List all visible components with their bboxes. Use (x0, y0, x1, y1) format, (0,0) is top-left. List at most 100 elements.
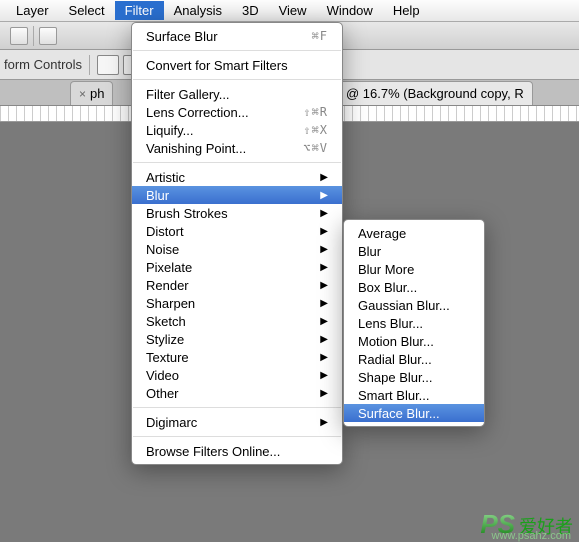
submenu-item-blur[interactable]: Blur (344, 242, 484, 260)
submenu-item-surface-blur[interactable]: Surface Blur... (344, 404, 484, 422)
menu-item-other[interactable]: Other ▶ (132, 384, 342, 402)
submenu-item-label: Shape Blur... (358, 370, 470, 385)
submenu-item-label: Motion Blur... (358, 334, 470, 349)
submenu-arrow-icon: ▶ (320, 208, 328, 219)
submenu-item-motion-blur[interactable]: Motion Blur... (344, 332, 484, 350)
submenu-item-shape-blur[interactable]: Shape Blur... (344, 368, 484, 386)
menu-filter[interactable]: Filter (115, 1, 164, 20)
submenu-arrow-icon: ▶ (320, 388, 328, 399)
menu-item-label: Distort (146, 224, 296, 239)
menu-item-label: Noise (146, 242, 296, 257)
submenu-item-lens-blur[interactable]: Lens Blur... (344, 314, 484, 332)
watermark-url: www.psahz.com (492, 530, 571, 542)
submenu-item-gaussian-blur[interactable]: Gaussian Blur... (344, 296, 484, 314)
menu-item-stylize[interactable]: Stylize ▶ (132, 330, 342, 348)
menu-separator (133, 79, 341, 80)
toolbar-button[interactable] (10, 27, 28, 45)
menu-item-texture[interactable]: Texture▶ (132, 348, 342, 366)
submenu-arrow-icon: ▶ (320, 280, 328, 291)
menu-analysis[interactable]: Analysis (164, 1, 232, 20)
submenu-item-label: Surface Blur... (358, 406, 470, 421)
menu-item-label: Render (146, 278, 296, 293)
menu-item-brush-strokes[interactable]: Brush Strokes ▶ (132, 204, 342, 222)
menu-item-convert-for-smart-filters[interactable]: Convert for Smart Filters (132, 56, 342, 74)
toolbar-button[interactable] (39, 27, 57, 45)
menu-item-lens-correction[interactable]: Lens Correction...⇧⌘R (132, 103, 342, 121)
menu-item-label: Liquify... (146, 123, 273, 138)
submenu-arrow-icon: ▶ (320, 316, 328, 327)
submenu-arrow-icon: ▶ (320, 190, 328, 201)
menu-item-label: Convert for Smart Filters (146, 58, 328, 73)
menu-item-label: Browse Filters Online... (146, 444, 328, 459)
watermark: PS 爱好者 www.psahz.com (480, 509, 573, 540)
toolbar-separator (33, 26, 34, 46)
submenu-arrow-icon: ▶ (320, 370, 328, 381)
submenu-arrow-icon: ▶ (320, 244, 328, 255)
menu-separator (133, 50, 341, 51)
blur-submenu: Average Blur Blur More Box Blur... Gaussian … (343, 219, 485, 427)
menu-item-video[interactable]: Video▶ (132, 366, 342, 384)
submenu-item-average[interactable]: Average (344, 224, 484, 242)
menu-view[interactable]: View (269, 1, 317, 20)
menu-item-label: Texture (146, 350, 296, 365)
submenu-arrow-icon: ▶ (320, 298, 328, 309)
menu-item-browse-filters-online[interactable]: Browse Filters Online... (132, 442, 342, 460)
menu-item-label: Sketch (146, 314, 296, 329)
submenu-item-label: Box Blur... (358, 280, 470, 295)
menu-item-sharpen[interactable]: Sharpen ▶ (132, 294, 342, 312)
menu-item-sketch[interactable]: Sketch ▶ (132, 312, 342, 330)
menu-item-render[interactable]: Render ▶ (132, 276, 342, 294)
submenu-item-label: Blur (358, 244, 470, 259)
menu-item-blur[interactable]: Blur ▶ (132, 186, 342, 204)
menu-item-label: Blur (146, 188, 296, 203)
menu-item-distort[interactable]: Distort▶ (132, 222, 342, 240)
submenu-item-blur-more[interactable]: Blur More (344, 260, 484, 278)
close-icon[interactable]: × (79, 87, 86, 101)
menu-item-label: Stylize (146, 332, 296, 347)
document-tab[interactable]: × ph (70, 81, 113, 105)
menu-3d[interactable]: 3D (232, 1, 269, 20)
menu-layer[interactable]: Layer (6, 1, 59, 20)
submenu-item-label: Radial Blur... (358, 352, 470, 367)
menu-item-label: Filter Gallery... (146, 87, 328, 102)
submenu-arrow-icon: ▶ (320, 262, 328, 273)
menu-separator (133, 407, 341, 408)
filter-dropdown: Surface Blur⌘F Convert for Smart Filters F… (131, 22, 343, 465)
submenu-item-radial-blur[interactable]: Radial Blur... (344, 350, 484, 368)
menu-help[interactable]: Help (383, 1, 430, 20)
menu-separator (133, 436, 341, 437)
menu-shortcut: ⌥⌘V (303, 141, 328, 155)
menu-item-label: Other (146, 386, 296, 401)
menu-separator (133, 162, 341, 163)
menu-item-label: Vanishing Point... (146, 141, 273, 156)
submenu-item-label: Smart Blur... (358, 388, 470, 403)
menu-item-vanishing-point[interactable]: Vanishing Point... ⌥⌘V (132, 139, 342, 157)
submenu-arrow-icon: ▶ (320, 417, 328, 428)
menu-shortcut: ⇧⌘R (303, 105, 328, 119)
submenu-arrow-icon: ▶ (320, 334, 328, 345)
submenu-arrow-icon: ▶ (320, 172, 328, 183)
menu-item-noise[interactable]: Noise ▶ (132, 240, 342, 258)
menu-item-label: Sharpen (146, 296, 296, 311)
menu-shortcut: ⌘F (312, 29, 328, 43)
submenu-item-label: Blur More (358, 262, 470, 277)
menu-item-pixelate[interactable]: Pixelate ▶ (132, 258, 342, 276)
tab-label-prefix: ph (90, 86, 104, 101)
menu-item-label: Brush Strokes (146, 206, 296, 221)
options-separator (89, 55, 90, 75)
menu-item-label: Artistic (146, 170, 296, 185)
menu-select[interactable]: Select (59, 1, 115, 20)
submenu-item-box-blur[interactable]: Box Blur... (344, 278, 484, 296)
menu-item-filter-gallery[interactable]: Filter Gallery... (132, 85, 342, 103)
menu-item-surface-blur[interactable]: Surface Blur⌘F (132, 27, 342, 45)
options-button[interactable] (97, 55, 119, 75)
submenu-item-label: Gaussian Blur... (358, 298, 470, 313)
menu-shortcut: ⇧⌘X (303, 123, 328, 137)
menu-item-artistic[interactable]: Artistic ▶ (132, 168, 342, 186)
menu-window[interactable]: Window (317, 1, 383, 20)
menu-item-label: Pixelate (146, 260, 296, 275)
menu-item-digimarc[interactable]: Digimarc▶ (132, 413, 342, 431)
submenu-item-label: Average (358, 226, 470, 241)
menu-item-liquify[interactable]: Liquify... ⇧⌘X (132, 121, 342, 139)
submenu-item-smart-blur[interactable]: Smart Blur... (344, 386, 484, 404)
